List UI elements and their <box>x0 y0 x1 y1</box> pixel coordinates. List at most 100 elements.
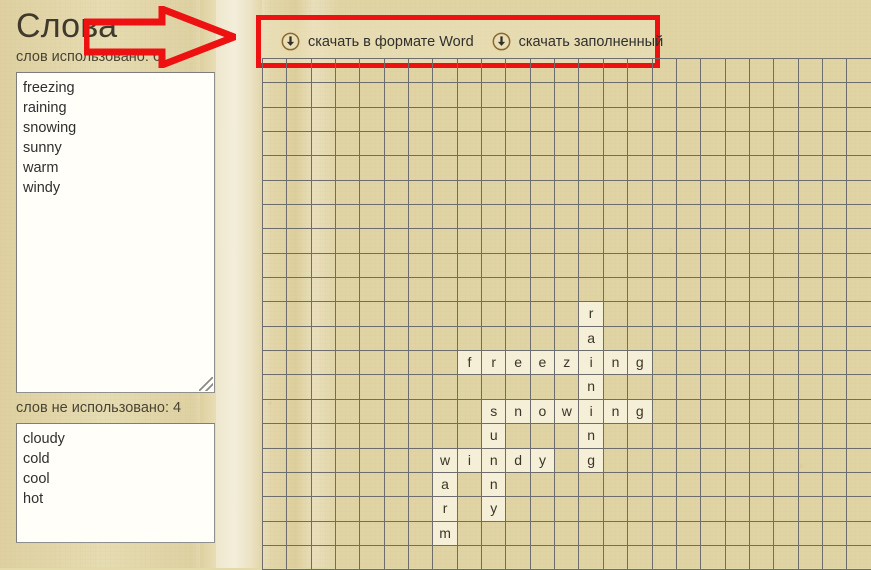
crossword-cell-empty[interactable] <box>774 83 799 108</box>
crossword-cell-empty[interactable] <box>311 205 337 230</box>
crossword-cell-empty[interactable] <box>360 351 385 376</box>
crossword-cell-empty[interactable] <box>774 521 799 546</box>
crossword-cell-empty[interactable] <box>579 229 604 254</box>
crossword-cell-empty[interactable] <box>263 351 288 376</box>
crossword-cell-empty[interactable] <box>749 229 775 254</box>
crossword-cell-empty[interactable] <box>506 229 531 254</box>
crossword-cell-empty[interactable] <box>798 399 823 425</box>
crossword-cell-empty[interactable] <box>530 497 556 522</box>
crossword-cell-empty[interactable] <box>409 302 434 327</box>
crossword-cell-empty[interactable] <box>847 180 871 206</box>
crossword-cell-empty[interactable] <box>409 132 434 157</box>
crossword-cell-empty[interactable] <box>433 156 458 181</box>
crossword-cell-empty[interactable] <box>263 59 288 84</box>
crossword-cell-empty[interactable] <box>847 278 871 303</box>
crossword-cell-empty[interactable] <box>555 156 580 181</box>
crossword-cell-empty[interactable] <box>579 107 604 133</box>
crossword-cell-empty[interactable] <box>774 351 799 376</box>
crossword-cell-empty[interactable] <box>360 424 385 449</box>
crossword-cell-empty[interactable] <box>798 180 823 206</box>
crossword-cell-empty[interactable] <box>847 497 871 522</box>
crossword-cell-empty[interactable] <box>798 59 823 84</box>
crossword-cell-empty[interactable] <box>603 424 629 449</box>
crossword-cell-empty[interactable] <box>798 253 823 279</box>
crossword-cell-empty[interactable] <box>457 107 483 133</box>
crossword-cell-empty[interactable] <box>701 229 726 254</box>
crossword-cell-empty[interactable] <box>555 326 580 352</box>
crossword-cell-filled[interactable]: w <box>433 448 458 473</box>
crossword-cell-empty[interactable] <box>725 302 750 327</box>
crossword-cell-empty[interactable] <box>506 59 531 84</box>
crossword-cell-empty[interactable] <box>652 253 677 279</box>
crossword-cell-empty[interactable] <box>360 399 385 425</box>
crossword-cell-empty[interactable] <box>652 205 677 230</box>
crossword-cell-empty[interactable] <box>774 156 799 181</box>
crossword-cell-empty[interactable] <box>360 472 385 498</box>
crossword-cell-empty[interactable] <box>482 229 507 254</box>
crossword-cell-empty[interactable] <box>482 545 507 570</box>
crossword-cell-empty[interactable] <box>798 351 823 376</box>
crossword-cell-empty[interactable] <box>652 424 677 449</box>
crossword-cell-empty[interactable] <box>749 278 775 303</box>
crossword-cell-empty[interactable] <box>336 302 361 327</box>
crossword-cell-empty[interactable] <box>725 253 750 279</box>
crossword-cell-empty[interactable] <box>555 107 580 133</box>
crossword-cell-empty[interactable] <box>360 132 385 157</box>
crossword-cell-empty[interactable] <box>749 132 775 157</box>
crossword-cell-empty[interactable] <box>676 132 702 157</box>
crossword-cell-filled[interactable]: n <box>506 399 531 425</box>
crossword-cell-empty[interactable] <box>725 521 750 546</box>
crossword-cell-empty[interactable] <box>847 326 871 352</box>
crossword-cell-filled[interactable]: a <box>579 326 604 352</box>
crossword-cell-empty[interactable] <box>676 205 702 230</box>
crossword-cell-empty[interactable] <box>822 521 848 546</box>
crossword-cell-empty[interactable] <box>311 59 337 84</box>
crossword-cell-empty[interactable] <box>263 253 288 279</box>
crossword-cell-empty[interactable] <box>603 521 629 546</box>
crossword-cell-empty[interactable] <box>676 83 702 108</box>
crossword-cell-empty[interactable] <box>263 448 288 473</box>
crossword-cell-empty[interactable] <box>482 521 507 546</box>
crossword-cell-empty[interactable] <box>287 107 312 133</box>
crossword-cell-empty[interactable] <box>311 424 337 449</box>
crossword-cell-empty[interactable] <box>287 375 312 400</box>
crossword-cell-empty[interactable] <box>555 132 580 157</box>
crossword-cell-empty[interactable] <box>311 156 337 181</box>
crossword-cell-empty[interactable] <box>384 497 410 522</box>
crossword-cell-empty[interactable] <box>798 326 823 352</box>
crossword-cell-empty[interactable] <box>482 59 507 84</box>
crossword-cell-empty[interactable] <box>603 229 629 254</box>
crossword-cell-empty[interactable] <box>774 278 799 303</box>
crossword-cell-filled[interactable]: e <box>506 351 531 376</box>
crossword-cell-empty[interactable] <box>701 326 726 352</box>
crossword-cell-empty[interactable] <box>603 472 629 498</box>
crossword-cell-empty[interactable] <box>555 83 580 108</box>
crossword-cell-filled[interactable]: m <box>433 521 458 546</box>
crossword-cell-empty[interactable] <box>652 107 677 133</box>
crossword-cell-empty[interactable] <box>263 497 288 522</box>
crossword-cell-empty[interactable] <box>701 156 726 181</box>
crossword-cell-empty[interactable] <box>847 253 871 279</box>
crossword-cell-empty[interactable] <box>847 448 871 473</box>
crossword-cell-empty[interactable] <box>725 351 750 376</box>
crossword-cell-empty[interactable] <box>579 59 604 84</box>
crossword-cell-empty[interactable] <box>798 229 823 254</box>
crossword-cell-empty[interactable] <box>433 375 458 400</box>
crossword-cell-empty[interactable] <box>749 302 775 327</box>
crossword-cell-empty[interactable] <box>603 326 629 352</box>
crossword-cell-empty[interactable] <box>822 497 848 522</box>
crossword-cell-empty[interactable] <box>336 132 361 157</box>
crossword-cell-empty[interactable] <box>433 278 458 303</box>
crossword-cell-empty[interactable] <box>628 59 653 84</box>
crossword-cell-empty[interactable] <box>457 180 483 206</box>
crossword-cell-empty[interactable] <box>409 326 434 352</box>
crossword-cell-empty[interactable] <box>409 545 434 570</box>
crossword-cell-empty[interactable] <box>263 83 288 108</box>
crossword-cell-empty[interactable] <box>603 205 629 230</box>
crossword-cell-empty[interactable] <box>628 253 653 279</box>
crossword-cell-empty[interactable] <box>822 180 848 206</box>
crossword-cell-empty[interactable] <box>360 83 385 108</box>
crossword-cell-filled[interactable]: r <box>579 302 604 327</box>
crossword-cell-empty[interactable] <box>530 59 556 84</box>
crossword-cell-empty[interactable] <box>555 424 580 449</box>
